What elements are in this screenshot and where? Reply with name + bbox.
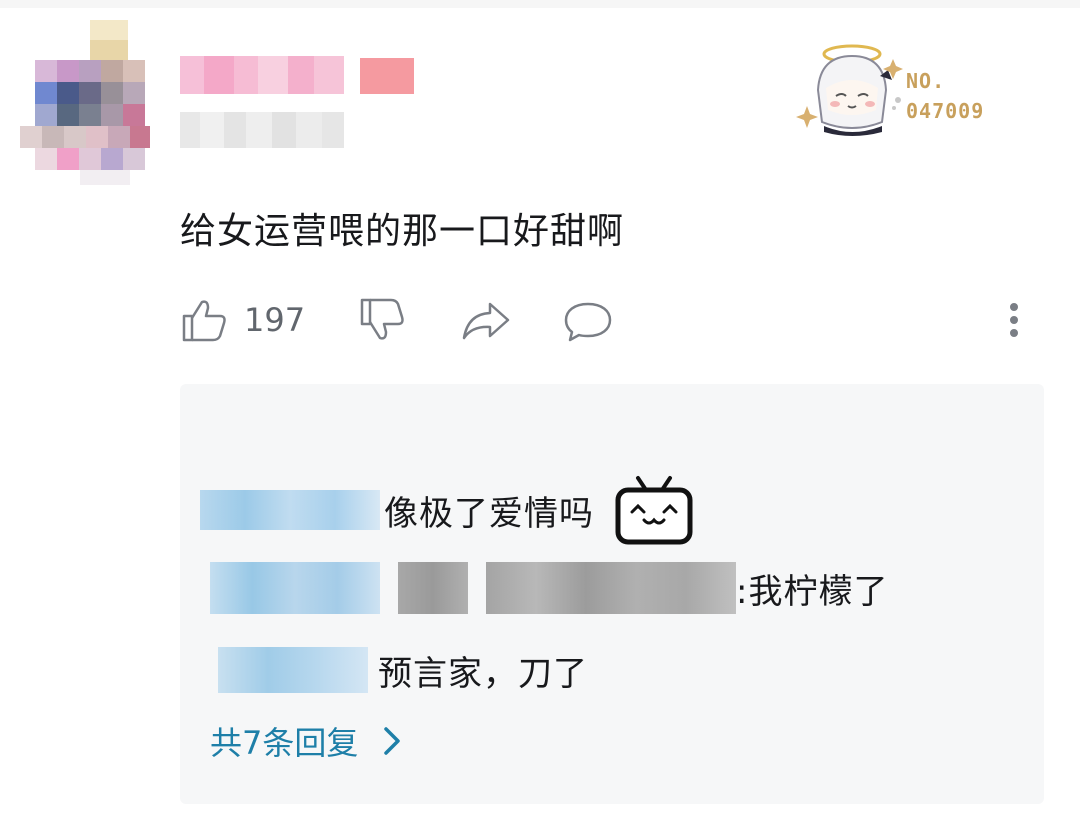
thumbs-up-icon	[182, 300, 226, 342]
top-divider	[0, 0, 1080, 8]
avatar[interactable]	[20, 20, 150, 185]
share-button[interactable]	[460, 290, 512, 350]
reply-item[interactable]: 预言家，刀了	[218, 642, 588, 698]
bilibili-tv-emoji-icon	[615, 476, 693, 545]
reply-text: 预言家，刀了	[378, 653, 588, 694]
more-options-button[interactable]	[996, 290, 1032, 350]
comment-text: 给女运营喂的那一口好甜啊	[180, 211, 625, 252]
dislike-button[interactable]	[358, 290, 406, 350]
reply-username-redacted	[218, 647, 368, 693]
reply-username-redacted	[210, 562, 380, 614]
share-icon	[462, 302, 510, 340]
reply-text: :我柠檬了	[736, 571, 889, 612]
reply-icon	[564, 302, 612, 342]
chevron-right-icon	[384, 727, 401, 755]
reply-item[interactable]: 像极了爱情吗	[200, 476, 694, 545]
replies-panel: 像极了爱情吗 :我柠檬了 预言家，刀了 共7条回复	[180, 384, 1044, 804]
view-all-replies-label: 共7条回复	[210, 724, 359, 762]
username-redacted[interactable]	[180, 56, 344, 94]
thumbs-down-icon	[360, 298, 404, 340]
like-count: 197	[244, 301, 306, 339]
reply-target-redacted	[486, 562, 736, 614]
reply-item[interactable]: :我柠檬了	[210, 560, 888, 616]
reply-button[interactable]	[562, 290, 614, 350]
reply-target-redacted	[398, 562, 468, 614]
level-tag-redacted	[360, 58, 414, 94]
reply-text: 像极了爱情吗	[384, 493, 594, 534]
fan-badge-icon	[796, 44, 903, 136]
fan-badge-number: NO. 047009	[906, 69, 985, 123]
reply-username-redacted	[200, 490, 380, 530]
more-vertical-icon	[1010, 303, 1018, 337]
view-all-replies-link[interactable]: 共7条回复	[210, 718, 412, 764]
timestamp-redacted	[180, 112, 344, 148]
like-button[interactable]: 197	[180, 290, 305, 350]
